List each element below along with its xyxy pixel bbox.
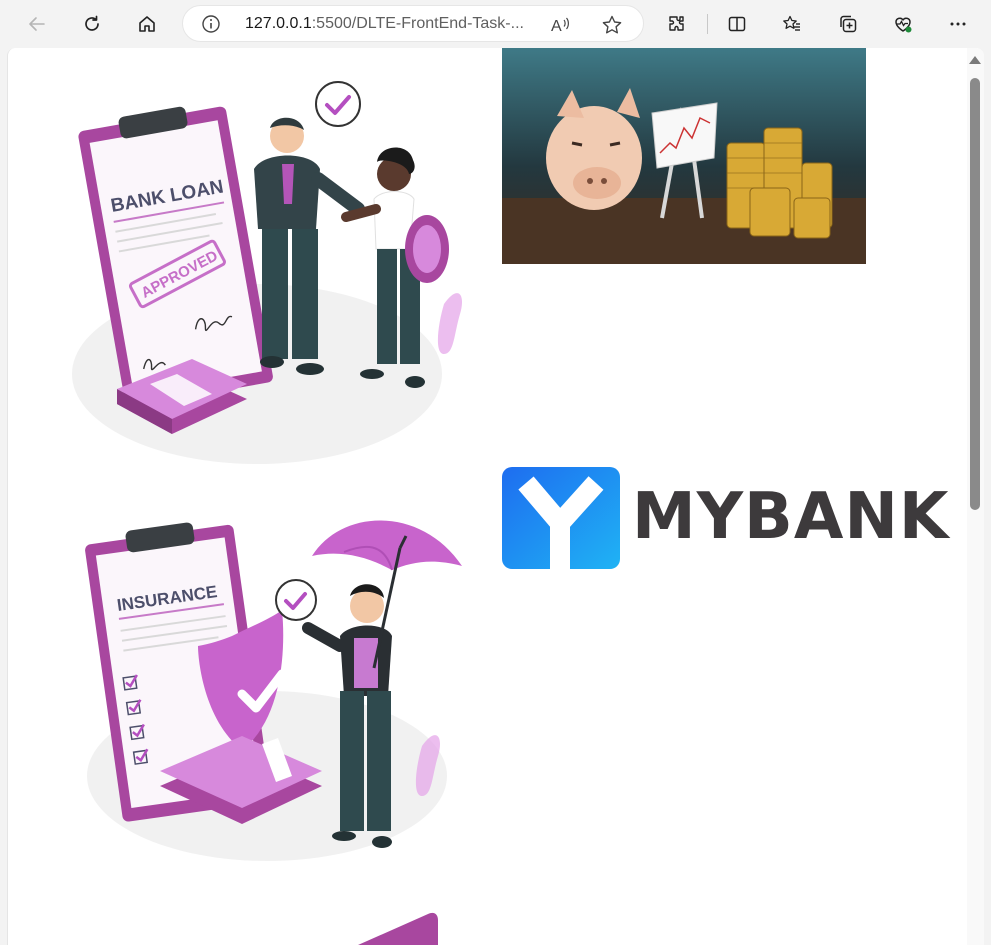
mybank-logo-mark bbox=[502, 467, 620, 569]
refresh-button[interactable] bbox=[76, 8, 108, 40]
svg-text:A: A bbox=[551, 18, 562, 35]
insurance-illustration: INSURANCE bbox=[85, 520, 462, 861]
refresh-icon bbox=[85, 15, 99, 31]
favorites-button[interactable] bbox=[776, 8, 808, 40]
next-illustration-partial bbox=[358, 912, 438, 945]
home-icon bbox=[139, 16, 155, 32]
scroll-up-arrow-icon[interactable] bbox=[969, 56, 981, 64]
favorite-star-icon[interactable] bbox=[601, 14, 623, 36]
mybank-logo-text: MYBANK bbox=[632, 480, 950, 554]
extensions-button[interactable] bbox=[661, 8, 693, 40]
browser-essentials-icon bbox=[895, 17, 912, 33]
piggy-bank-photo bbox=[502, 48, 866, 264]
collections-icon bbox=[840, 15, 857, 33]
url-host: 127.0.0.1 bbox=[245, 15, 312, 32]
toolbar-divider bbox=[707, 14, 708, 34]
bank-loan-illustration: BANK LOAN APPROVED bbox=[72, 81, 462, 464]
url-text[interactable]: 127.0.0.1:5500/DLTE-FrontEnd-Task-... bbox=[245, 15, 524, 33]
back-button[interactable] bbox=[21, 8, 53, 40]
more-button[interactable] bbox=[942, 8, 974, 40]
mybank-logo: MYBANK bbox=[502, 467, 949, 571]
collections-button[interactable] bbox=[832, 8, 864, 40]
page-viewport: BANK LOAN APPROVED MYBANK INSURANCE bbox=[7, 48, 984, 945]
more-icon bbox=[950, 22, 966, 26]
browser-toolbar: 127.0.0.1:5500/DLTE-FrontEnd-Task-... A bbox=[0, 0, 991, 48]
read-aloud-icon[interactable]: A bbox=[549, 14, 571, 36]
back-icon bbox=[29, 17, 45, 31]
split-screen-button[interactable] bbox=[721, 8, 753, 40]
home-button[interactable] bbox=[131, 8, 163, 40]
browser-window: 127.0.0.1:5500/DLTE-FrontEnd-Task-... A bbox=[0, 0, 991, 945]
browser-essentials-button[interactable] bbox=[887, 8, 919, 40]
address-bar[interactable]: 127.0.0.1:5500/DLTE-FrontEnd-Task-... A bbox=[182, 5, 644, 42]
favorites-icon bbox=[783, 15, 800, 31]
vertical-scrollbar[interactable] bbox=[967, 48, 984, 945]
extensions-icon bbox=[669, 16, 684, 31]
url-path: :5500/DLTE-FrontEnd-Task-... bbox=[311, 15, 524, 32]
info-icon[interactable] bbox=[201, 14, 221, 34]
scrollbar-thumb[interactable] bbox=[970, 78, 980, 510]
split-screen-icon bbox=[728, 16, 746, 32]
